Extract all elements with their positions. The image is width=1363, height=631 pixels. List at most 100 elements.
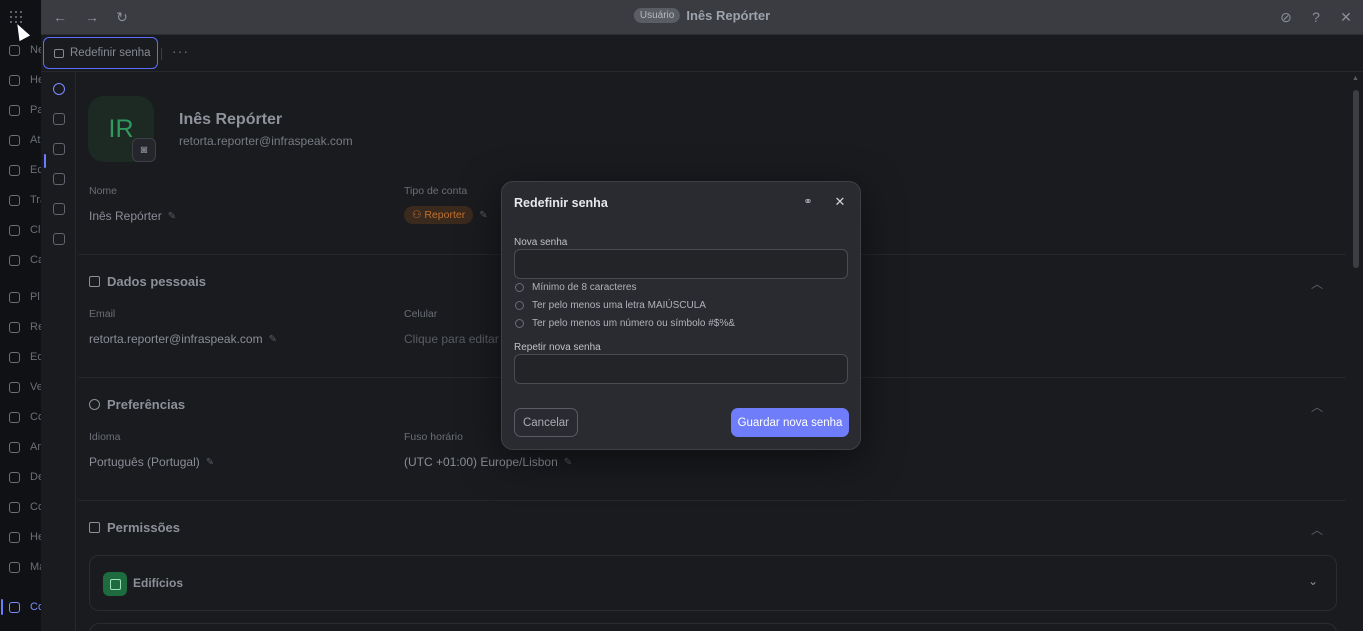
app-nav-item[interactable]: Ec	[9, 162, 41, 178]
app-nav-item[interactable]: Co	[9, 409, 41, 425]
back-icon[interactable]: ←	[52, 9, 68, 25]
repeat-password-input[interactable]	[514, 354, 848, 384]
chevron-up-icon[interactable]: ︿	[1311, 275, 1323, 292]
repeat-password-label: Repetir nova senha	[514, 342, 601, 353]
permission-card-edificios[interactable]: Edifícios ⌄	[89, 555, 1337, 611]
info-icon[interactable]	[53, 83, 65, 95]
app-nav-item-active[interactable]: Co	[9, 599, 41, 615]
edit-icon[interactable]: ✎	[479, 210, 487, 221]
tipo-conta-value[interactable]: ⚇ Reporter ✎	[404, 206, 488, 224]
link-icon[interactable]: ⊘	[1278, 9, 1294, 25]
building-icon	[103, 572, 127, 596]
app-nav-item[interactable]: An	[9, 439, 41, 455]
section-dados-pessoais[interactable]: Dados pessoais	[89, 274, 206, 289]
chevron-up-icon[interactable]: ︿	[1311, 521, 1323, 538]
chevron-down-icon[interactable]: ⌄	[1308, 574, 1318, 588]
app-nav-item[interactable]: Pa	[9, 102, 41, 118]
chevron-up-icon[interactable]: ︿	[1311, 398, 1323, 415]
close-icon[interactable]: ✕	[832, 194, 848, 210]
close-icon[interactable]: ✕	[1338, 9, 1354, 25]
scrollbar-thumb[interactable]	[1353, 90, 1359, 268]
nav-icon	[9, 561, 20, 573]
nav-icon	[9, 74, 20, 86]
app-nav-item[interactable]: Cl	[9, 222, 41, 238]
profile-name: Inês Repórter	[179, 111, 283, 128]
fuso-value[interactable]: (UTC +01:00) Europe/Lisbon ✎	[404, 455, 572, 469]
tab-label: Redefinir senha	[70, 47, 151, 59]
nav-icon	[9, 381, 20, 393]
permission-card-label: Edifícios	[133, 576, 184, 590]
entity-badge: Usuário	[633, 8, 681, 23]
app-nav-item[interactable]: Pl	[9, 289, 41, 305]
celular-value[interactable]: Clique para editar	[404, 332, 499, 346]
permission-card[interactable]	[89, 623, 1337, 631]
edit-icon[interactable]: ✎	[206, 457, 214, 468]
help-icon[interactable]: ?	[1308, 9, 1324, 25]
edit-icon[interactable]: ✎	[168, 211, 176, 222]
app-nav-item[interactable]: De	[9, 469, 41, 485]
check-circle-icon	[515, 283, 524, 292]
app-nav-item[interactable]: He	[9, 529, 41, 545]
panel-title: Usuário Inês Repórter	[633, 8, 771, 23]
modal-title: Redefinir senha	[514, 196, 608, 210]
divider	[78, 500, 1346, 501]
app-nav-item[interactable]: At	[9, 132, 41, 148]
app-nav-item[interactable]: Ve	[9, 379, 41, 395]
tipo-conta-label: Tipo de conta	[404, 185, 468, 197]
email-value[interactable]: retorta.reporter@infraspeak.com ✎	[89, 332, 277, 346]
lock-icon[interactable]	[53, 173, 65, 185]
app-nav-item[interactable]: He	[9, 72, 41, 88]
book-icon[interactable]	[53, 113, 65, 125]
section-preferencias[interactable]: Preferências	[89, 397, 185, 412]
active-indicator	[44, 154, 46, 168]
app-nav-item[interactable]: Ne	[9, 42, 41, 58]
new-password-input[interactable]	[514, 249, 848, 279]
document-icon[interactable]	[53, 203, 65, 215]
idioma-value[interactable]: Português (Portugal) ✎	[89, 455, 214, 469]
save-password-button[interactable]: Guardar nova senha	[731, 408, 849, 437]
settings-icon[interactable]	[53, 143, 65, 155]
book-icon	[89, 276, 100, 287]
app-nav-item[interactable]: Co	[9, 499, 41, 515]
nav-icon	[9, 351, 20, 363]
form-icon	[54, 48, 64, 58]
edit-icon[interactable]: ✎	[564, 457, 572, 468]
edit-icon[interactable]: ✎	[269, 334, 277, 345]
panel-topbar: ← → ↻ Usuário Inês Repórter ⊘ ? ✕	[41, 0, 1363, 35]
app-nav-item[interactable]: Ma	[9, 559, 41, 575]
nav-icon	[9, 104, 20, 116]
app-nav-item[interactable]: Tra	[9, 192, 41, 208]
link-icon[interactable]: ⚭	[800, 194, 816, 210]
password-rule: Mínimo de 8 caracteres	[515, 282, 637, 293]
active-indicator	[1, 599, 3, 615]
nav-icon	[9, 134, 20, 146]
more-icon[interactable]: ···	[172, 43, 189, 59]
section-permissoes[interactable]: Permissões	[89, 520, 180, 535]
scrollbar[interactable]: ▲	[1350, 72, 1362, 631]
nav-icon	[9, 531, 20, 543]
nav-icon	[9, 224, 20, 236]
check-circle-icon	[515, 319, 524, 328]
email-label: Email	[89, 308, 116, 320]
bell-icon[interactable]	[53, 233, 65, 245]
panel-title-text: Inês Repórter	[686, 8, 771, 23]
nav-icon	[9, 254, 20, 266]
nav-icon	[9, 441, 20, 453]
settings-icon	[89, 399, 100, 410]
nome-value[interactable]: Inês Repórter ✎	[89, 209, 176, 223]
tab-redefinir-senha[interactable]: Redefinir senha	[43, 37, 158, 69]
refresh-icon[interactable]: ↻	[114, 9, 130, 25]
role-badge: ⚇ Reporter	[404, 206, 474, 224]
reset-password-modal: Redefinir senha ⚭ ✕ Nova senha Mínimo de…	[501, 181, 861, 450]
app-nav: Ne He Pa At Ec Tra Cl Ca Pl Re Eq Ve Co …	[0, 0, 41, 631]
scroll-up-icon[interactable]: ▲	[1352, 75, 1359, 82]
cancel-button[interactable]: Cancelar	[514, 408, 578, 437]
nav-icon	[9, 501, 20, 513]
forward-icon[interactable]: →	[84, 9, 100, 25]
app-nav-item[interactable]: Ca	[9, 252, 41, 268]
camera-icon[interactable]: ◙	[132, 138, 156, 162]
nav-icon	[9, 471, 20, 483]
app-nav-item[interactable]: Re	[9, 319, 41, 335]
app-nav-item[interactable]: Eq	[9, 349, 41, 365]
nav-icon	[9, 291, 20, 303]
